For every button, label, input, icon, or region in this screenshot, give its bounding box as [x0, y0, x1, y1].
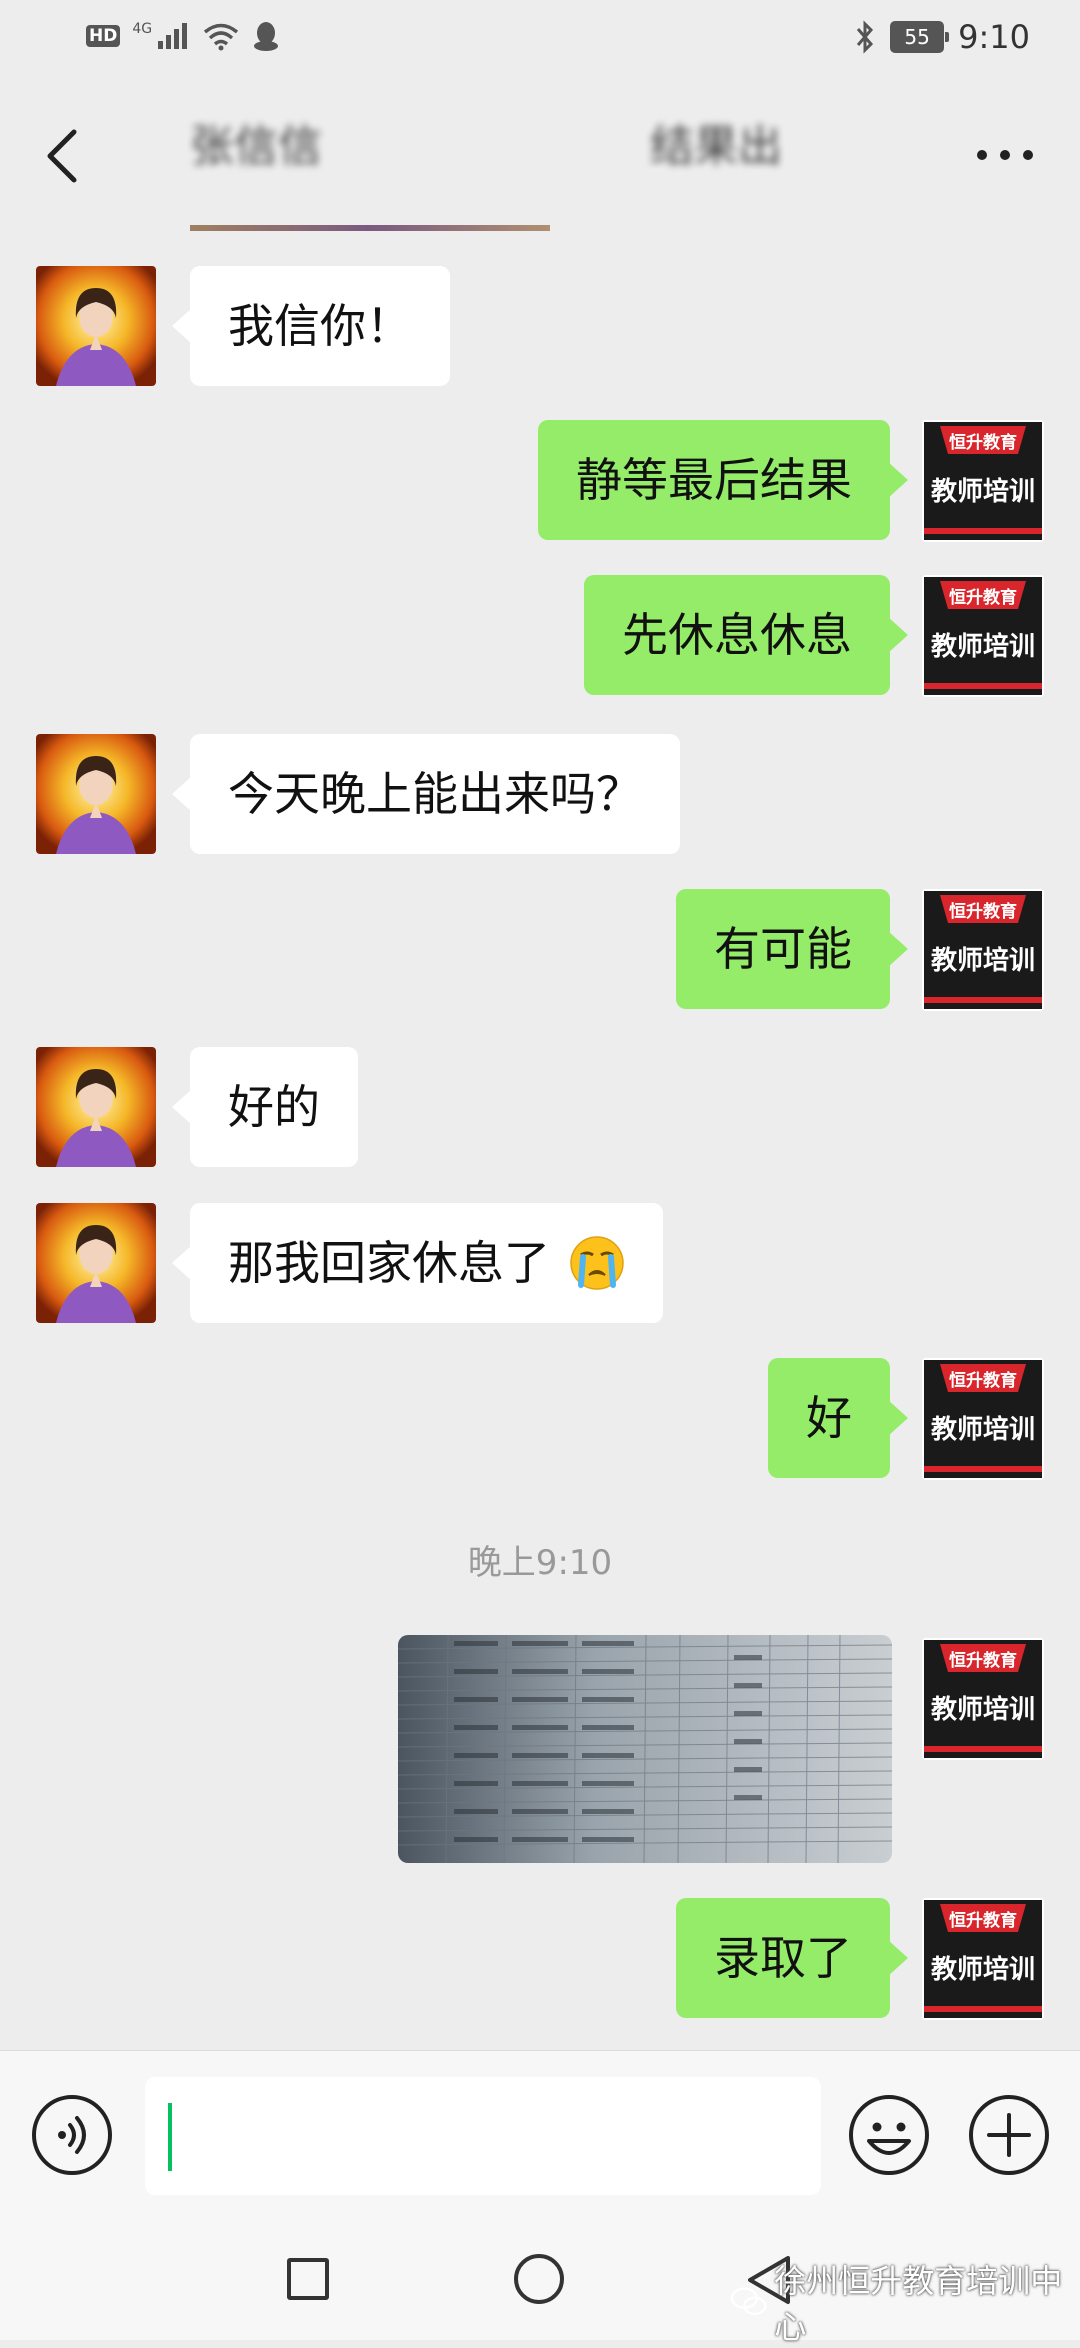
message-bubble-received[interactable]: 那我回家休息了	[172, 1203, 663, 1323]
svg-text:教师培训: 教师培训	[931, 477, 1035, 507]
system-navigation-bar: 徐州恒升教育培训中心	[0, 2220, 1080, 2346]
text-cursor	[168, 2103, 172, 2171]
praying-girl-avatar-image	[36, 1047, 156, 1167]
wechat-watermark: 徐州恒升教育培训中心	[730, 2256, 1080, 2348]
message-text: 今天晚上能出来吗？	[228, 767, 642, 821]
my-avatar[interactable]: 恒升教育 教师培训	[922, 575, 1044, 697]
message-bubble-sent[interactable]: 静等最后结果	[538, 420, 908, 540]
message-text: 先休息休息	[622, 608, 852, 662]
svg-text:恒升教育: 恒升教育	[949, 1650, 1017, 1671]
message-bubble-received[interactable]: 我信你！	[172, 266, 450, 386]
contact-avatar[interactable]	[36, 266, 156, 386]
back-arrow-icon[interactable]	[38, 120, 98, 190]
my-avatar[interactable]: 恒升教育 教师培训	[922, 1638, 1044, 1760]
training-badge-avatar: 恒升教育 教师培训	[922, 889, 1044, 1011]
my-avatar[interactable]: 恒升教育 教师培训	[922, 1898, 1044, 2020]
svg-text:恒升教育: 恒升教育	[949, 1370, 1017, 1391]
watermark-text: 徐州恒升教育培训中心	[774, 2262, 1063, 2346]
message-text: 好的	[228, 1080, 320, 1134]
svg-text:教师培训: 教师培训	[931, 1695, 1035, 1725]
message-bubble-sent[interactable]: 先休息休息	[584, 575, 908, 695]
wifi-icon	[204, 23, 239, 51]
status-time: 9:10	[958, 18, 1030, 56]
chat-title-tail: 结果出	[650, 121, 782, 172]
svg-text:教师培训: 教师培训	[931, 632, 1035, 662]
svg-text:恒升教育: 恒升教育	[949, 432, 1017, 453]
training-badge-avatar: 恒升教育 教师培训	[922, 1638, 1044, 1760]
status-bar: HD 4G 55 9:10	[0, 0, 1080, 80]
wechat-logo-icon	[730, 2287, 767, 2316]
message-text: 有可能	[714, 922, 852, 976]
contact-avatar[interactable]	[36, 1047, 156, 1167]
chat-title: 张信信	[190, 121, 322, 172]
praying-girl-avatar-image	[36, 1203, 156, 1323]
more-options-icon[interactable]	[970, 135, 1040, 175]
my-avatar[interactable]: 恒升教育 教师培训	[922, 1358, 1044, 1480]
praying-girl-avatar-image	[36, 734, 156, 854]
message-bubble-sent[interactable]: 录取了	[676, 1898, 908, 2018]
network-type: 4G	[132, 21, 153, 37]
hd-badge: HD	[86, 25, 121, 47]
contact-avatar[interactable]	[36, 1203, 156, 1323]
message-input-bar	[0, 2050, 1080, 2221]
chat-header: 张信信 结果出	[0, 80, 1080, 225]
my-avatar[interactable]: 恒升教育 教师培训	[922, 420, 1044, 542]
message-text-input[interactable]	[145, 2077, 821, 2195]
crying-face-emoji-icon	[569, 1235, 624, 1290]
bluetooth-icon	[857, 20, 874, 54]
svg-text:教师培训: 教师培训	[931, 1415, 1035, 1445]
emoji-picker-icon[interactable]	[847, 2093, 931, 2177]
previous-image-edge[interactable]	[190, 225, 550, 231]
praying-girl-avatar-image	[36, 266, 156, 386]
svg-text:教师培训: 教师培训	[931, 1955, 1035, 1985]
message-bubble-sent[interactable]: 有可能	[676, 889, 908, 1009]
message-bubble-received[interactable]: 好的	[172, 1047, 358, 1167]
home-button[interactable]	[514, 2254, 564, 2304]
message-bubble-received[interactable]: 今天晚上能出来吗？	[172, 734, 680, 854]
svg-text:恒升教育: 恒升教育	[949, 901, 1017, 922]
message-text: 那我回家休息了	[228, 1236, 550, 1290]
status-left: HD 4G	[86, 20, 280, 52]
training-badge-avatar: 恒升教育 教师培训	[922, 420, 1044, 542]
message-text: 静等最后结果	[576, 453, 852, 507]
svg-text:恒升教育: 恒升教育	[949, 1910, 1017, 1931]
signal-icon	[158, 23, 188, 49]
voice-input-icon[interactable]	[30, 2093, 114, 2177]
message-text: 好	[806, 1391, 852, 1445]
qq-penguin-icon	[254, 22, 279, 51]
sent-photo-spreadsheet[interactable]	[398, 1635, 892, 1863]
battery-indicator: 55	[890, 21, 950, 53]
training-badge-avatar: 恒升教育 教师培训	[922, 1358, 1044, 1480]
status-right: 55 9:10	[854, 18, 1030, 56]
recent-apps-button[interactable]	[287, 2258, 329, 2300]
training-badge-avatar: 恒升教育 教师培训	[922, 1898, 1044, 2020]
message-text: 我信你！	[228, 299, 412, 353]
svg-text:恒升教育: 恒升教育	[949, 587, 1017, 608]
training-badge-avatar: 恒升教育 教师培训	[922, 575, 1044, 697]
my-avatar[interactable]: 恒升教育 教师培训	[922, 889, 1044, 1011]
message-text: 录取了	[714, 1931, 852, 1985]
spreadsheet-photo-image	[398, 1635, 892, 1863]
chat-messages[interactable]: 我信你！ 恒升教育 教师培训 静等最后结果 恒升教育 教师培训 先休息休息 今天…	[0, 225, 1080, 2050]
message-bubble-sent[interactable]: 好	[768, 1358, 908, 1478]
message-timestamp: 晚上9:10	[467, 1543, 613, 1583]
more-functions-plus-icon[interactable]	[967, 2093, 1051, 2177]
contact-avatar[interactable]	[36, 734, 156, 854]
svg-text:教师培训: 教师培训	[931, 946, 1035, 976]
